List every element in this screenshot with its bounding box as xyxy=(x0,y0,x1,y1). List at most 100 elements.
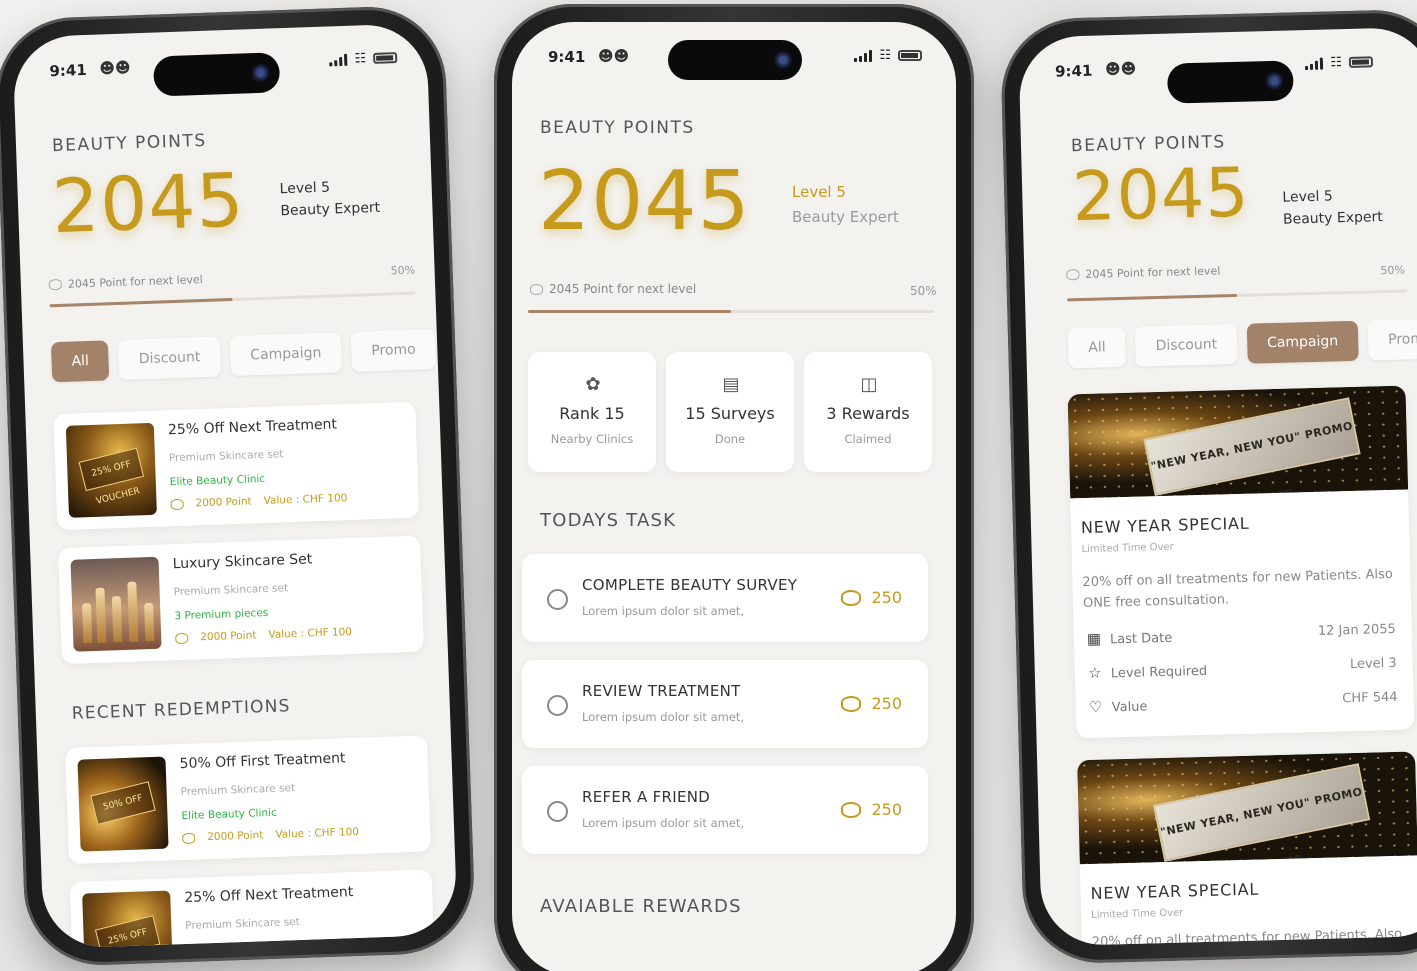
stat-card-rank[interactable]: ✿ Rank 15 Nearby Clinics xyxy=(528,352,656,472)
campaign-level-row: ☆ Level Required Level 3 xyxy=(1085,656,1397,686)
tab-campaign[interactable]: Campaign xyxy=(1246,320,1359,364)
task-description: Lorem ipsum dolor sit amet, xyxy=(582,710,745,724)
campaign-title: NEW YEAR SPECIAL xyxy=(1090,879,1260,903)
task-title: REVIEW TREATMENT xyxy=(582,682,741,700)
reward-points-row: 2000 Point Value : CHF 100 xyxy=(175,626,352,644)
progress-fill xyxy=(49,297,233,308)
status-time: 9:41 xyxy=(1054,61,1093,81)
reward-points: 2000 Point xyxy=(200,629,257,644)
stat-value: 15 Surveys xyxy=(685,404,775,423)
redemption-points-row: 2000 Point Value : CHF 100 xyxy=(182,826,359,844)
stat-card-rewards[interactable]: ◫ 3 Rewards Claimed xyxy=(804,352,932,472)
tab-campaign[interactable]: Campaign xyxy=(229,332,343,377)
points-value: 2045 xyxy=(1071,153,1251,238)
task-item[interactable]: REFER A FRIEND Lorem ipsum dolor sit ame… xyxy=(522,766,928,854)
status-time: 9:41 xyxy=(49,60,88,81)
reward-subtitle: Premium Skincare set xyxy=(168,448,284,465)
campaign-subtitle: Limited Time Over xyxy=(1081,541,1174,556)
task-item[interactable]: REVIEW TREATMENT Lorem ipsum dolor sit a… xyxy=(522,660,928,748)
dynamic-island xyxy=(668,40,802,80)
points-value: 2045 xyxy=(538,154,751,249)
points-value: 2045 xyxy=(50,157,246,251)
wifi-icon: ☷ xyxy=(354,51,367,67)
campaign-subtitle: Limited Time Over xyxy=(1091,907,1184,921)
task-title: REFER A FRIEND xyxy=(582,788,711,806)
phone-right: 9:41 ☻☻ ☷ BEAUTY POINTS 2045 Level 5 Bea… xyxy=(999,8,1417,965)
next-level-line: 2045 Point for next level xyxy=(48,273,203,291)
next-level-line: 2045 Point for next level xyxy=(1066,264,1220,281)
battery-icon xyxy=(898,50,922,61)
wifi-icon: ☷ xyxy=(879,48,891,63)
survey-icon: ▤ xyxy=(722,374,740,395)
row-label: Last Date xyxy=(1109,630,1173,648)
progress-percent: 50% xyxy=(910,284,937,298)
level-block: Level 5 Beauty Expert xyxy=(792,180,899,230)
task-checkbox[interactable] xyxy=(547,695,568,716)
next-level-line: 2045 Point for next level xyxy=(530,282,696,296)
task-description: Lorem ipsum dolor sit amet, xyxy=(582,816,745,830)
campaign-last-date-row: ▦ Last Date 12 Jan 2055 xyxy=(1084,622,1396,652)
coin-stack-icon xyxy=(175,632,189,644)
stat-label: Nearby Clinics xyxy=(550,432,634,446)
gift-icon: ◫ xyxy=(860,374,878,395)
progress-fill xyxy=(1067,293,1238,302)
reward-points: 2000 Point xyxy=(195,495,252,510)
campaign-image: "NEW YEAR, NEW YOU" PROMO VOUCHER xyxy=(1077,751,1417,865)
coin-stack-icon xyxy=(841,695,862,712)
tab-promo[interactable]: Promo xyxy=(1367,318,1417,361)
coin-stack-icon xyxy=(841,589,862,606)
voucher-image-text: 25% OFF VOUCHER xyxy=(78,447,145,507)
beauty-points-label: BEAUTY POINTS xyxy=(1070,132,1226,157)
task-item[interactable]: COMPLETE BEAUTY SURVEY Lorem ipsum dolor… xyxy=(522,554,928,642)
redemption-title: 50% Off First Treatment xyxy=(179,750,346,773)
signal-icon xyxy=(854,49,873,62)
signal-icon xyxy=(1305,57,1324,70)
reward-pieces: 3 Premium pieces xyxy=(174,606,269,623)
row-value: Level 3 xyxy=(1349,655,1397,673)
level-block: Level 5 Beauty Expert xyxy=(279,175,380,222)
camera-icon xyxy=(1265,71,1284,91)
task-points-value: 250 xyxy=(871,588,902,607)
tab-discount[interactable]: Discount xyxy=(118,336,221,380)
beauty-points-label: BEAUTY POINTS xyxy=(540,118,695,138)
redemption-card[interactable]: 50% OFF 50% Off First Treatment Premium … xyxy=(65,735,431,865)
phone-right-screen: 9:41 ☻☻ ☷ BEAUTY POINTS 2045 Level 5 Bea… xyxy=(1018,26,1417,947)
campaign-title: NEW YEAR SPECIAL xyxy=(1080,513,1250,538)
redemption-subtitle: Premium Skincare set xyxy=(185,916,300,932)
reward-card[interactable]: 25% OFF VOUCHER 25% Off Next Treatment P… xyxy=(53,401,420,531)
campaign-card[interactable]: "NEW YEAR, NEW YOU" PROMO VOUCHER NEW YE… xyxy=(1067,385,1415,739)
stat-value: 3 Rewards xyxy=(826,404,910,423)
redemption-points: 2000 Point xyxy=(207,829,264,844)
task-checkbox[interactable] xyxy=(547,801,568,822)
tab-discount[interactable]: Discount xyxy=(1135,323,1238,367)
stat-card-surveys[interactable]: ▤ 15 Surveys Done xyxy=(666,352,794,472)
campaign-description: 20% off on all treatments for new Patien… xyxy=(1082,566,1393,612)
award-icon: ✿ xyxy=(585,374,601,395)
task-points: 250 xyxy=(841,588,902,607)
level-text: Level 5 xyxy=(792,183,846,201)
redemption-clinic: Elite Beauty Clinic xyxy=(181,806,277,823)
reward-title: Luxury Skincare Set xyxy=(172,551,313,573)
redemption-card[interactable]: 25% OFF VOUCHER 25% Off Next Treatment P… xyxy=(69,869,436,949)
coin-stack-icon xyxy=(530,283,543,295)
coin-stack-icon xyxy=(170,498,184,510)
level-title: Beauty Expert xyxy=(280,199,381,220)
task-points-value: 250 xyxy=(871,694,902,713)
next-level-text: 2045 Point for next level xyxy=(549,282,697,296)
tab-all[interactable]: All xyxy=(1067,326,1127,369)
reward-image: 25% OFF VOUCHER xyxy=(65,422,157,518)
next-level-text: 2045 Point for next level xyxy=(1085,264,1221,281)
reward-points-row: 2000 Point Value : CHF 100 xyxy=(170,492,348,510)
reward-card[interactable]: Luxury Skincare Set Premium Skincare set… xyxy=(58,535,424,665)
camera-icon xyxy=(774,51,792,69)
heart-icon: ♡ xyxy=(1088,697,1103,716)
todays-task-title: TODAYS TASK xyxy=(540,510,677,531)
tab-promo[interactable]: Promo xyxy=(350,328,437,372)
campaign-card[interactable]: "NEW YEAR, NEW YOU" PROMO VOUCHER NEW YE… xyxy=(1077,751,1417,947)
task-checkbox[interactable] xyxy=(547,589,568,610)
task-points: 250 xyxy=(841,694,902,713)
level-block: Level 5 Beauty Expert xyxy=(1282,184,1383,231)
redemption-image: 50% OFF xyxy=(77,756,169,852)
tab-all[interactable]: All xyxy=(50,340,110,383)
progress-percent: 50% xyxy=(390,263,416,278)
